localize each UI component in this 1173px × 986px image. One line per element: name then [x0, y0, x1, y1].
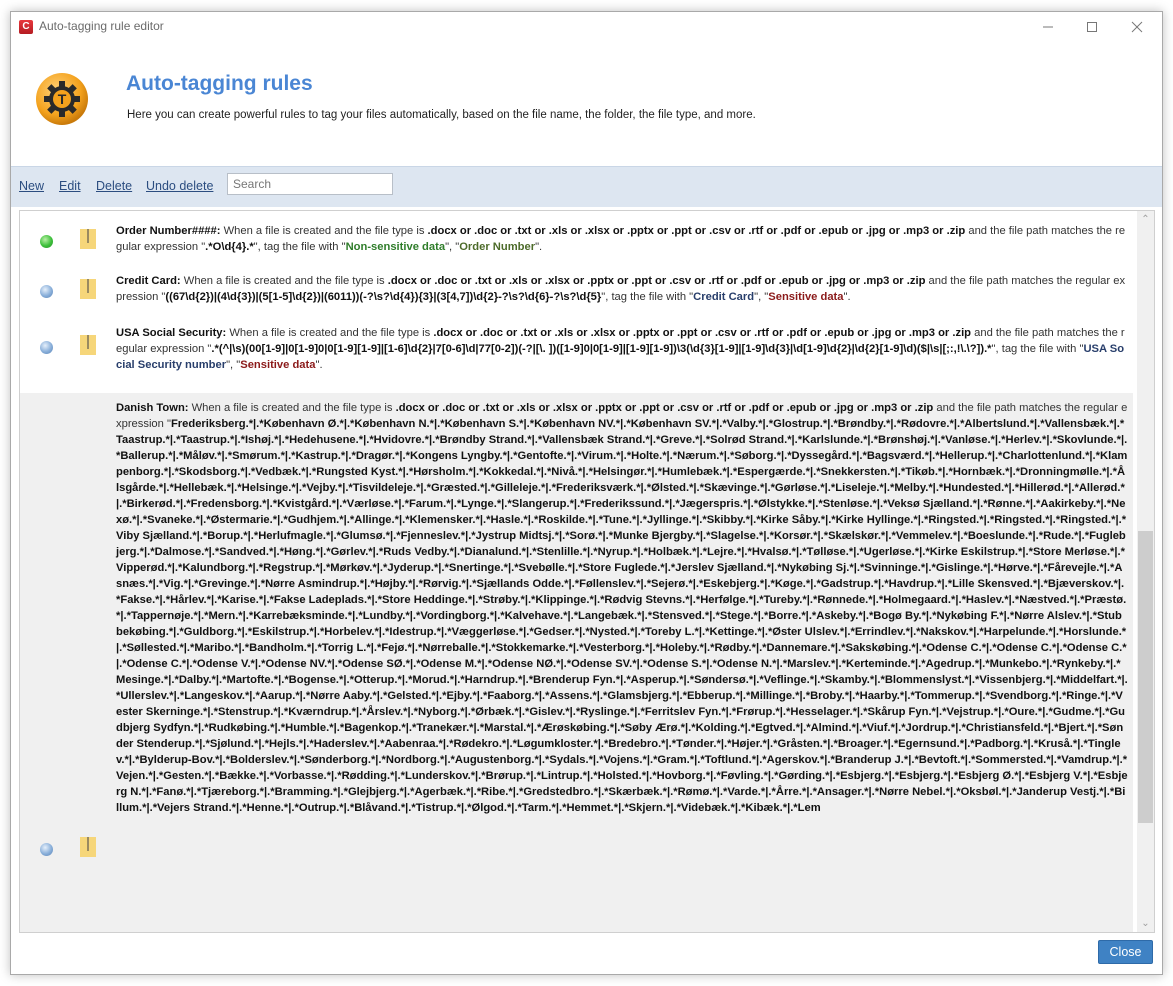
- scroll-down-icon[interactable]: ⌄: [1137, 915, 1154, 932]
- header: T Auto-tagging rules Here you can create…: [11, 42, 1162, 174]
- tag-separator: ", ": [754, 291, 769, 303]
- status-disabled-icon[interactable]: [40, 843, 53, 856]
- rule-tag: Credit Card: [693, 291, 755, 303]
- minimize-icon: [1043, 26, 1053, 28]
- page-description: Here you can create powerful rules to ta…: [127, 109, 756, 121]
- maximize-icon: [1087, 22, 1097, 32]
- rule-condition-text: When a file is created and the file type…: [226, 327, 434, 339]
- maximize-button[interactable]: [1069, 12, 1115, 42]
- title-bar: C Auto-tagging rule editor: [11, 12, 1162, 42]
- rule-description: Danish Town: When a file is created and …: [116, 400, 1128, 816]
- close-button[interactable]: Close: [1098, 940, 1153, 964]
- page-title: Auto-tagging rules: [126, 72, 313, 95]
- rule-regex: ((67\d{2})|(4\d{3})|(5[1-5]\d{2})|(6011)…: [165, 291, 602, 303]
- tag-separator: ", ": [445, 241, 460, 253]
- delete-rule-link[interactable]: Delete: [96, 179, 132, 193]
- rule-item-usa-social-security[interactable]: USA Social Security: When a file is crea…: [20, 315, 1133, 381]
- rule-description: Order Number####: When a file is created…: [116, 223, 1128, 255]
- rule-item-danish-town[interactable]: Danish Town: When a file is created and …: [20, 393, 1133, 932]
- svg-text:T: T: [58, 91, 67, 107]
- edit-rule-link[interactable]: Edit: [59, 179, 81, 193]
- rule-name: Danish Town:: [116, 402, 189, 414]
- rule-name: USA Social Security:: [116, 327, 227, 339]
- zip-archive-icon: [80, 279, 96, 299]
- rule-item-credit-card[interactable]: Credit Card: When a file is created and …: [20, 263, 1133, 315]
- rules-list: Order Number####: When a file is created…: [19, 210, 1155, 933]
- vertical-scrollbar[interactable]: ⌃ ⌄: [1137, 211, 1154, 932]
- rule-condition-text: When a file is created and the file type…: [220, 225, 428, 237]
- scroll-up-icon[interactable]: ⌃: [1137, 211, 1154, 228]
- toolbar: New Edit Delete Undo delete: [11, 166, 1162, 207]
- rule-tag-text: ", tag the file with ": [991, 343, 1084, 355]
- rule-file-types: .docx or .doc or .txt or .xls or .xlsx o…: [427, 225, 966, 237]
- search-input[interactable]: [227, 173, 393, 195]
- rule-regex: Frederiksberg.*|.*København Ø.*|.*Københ…: [116, 418, 1128, 814]
- rule-condition-text: When a file is created and the file type…: [188, 402, 396, 414]
- undo-delete-link[interactable]: Undo delete: [146, 179, 213, 193]
- rule-description: USA Social Security: When a file is crea…: [116, 325, 1128, 373]
- rule-name: Order Number####:: [116, 225, 221, 237]
- status-enabled-icon[interactable]: [40, 235, 53, 248]
- rule-end-text: ".: [843, 291, 851, 303]
- scrollbar-thumb[interactable]: [1138, 531, 1153, 823]
- rule-tag: Sensitive data: [240, 359, 316, 371]
- rule-file-types: .docx or .doc or .txt or .xls or .xlsx o…: [433, 327, 972, 339]
- close-icon: [1131, 21, 1143, 33]
- zip-archive-icon: [80, 229, 96, 249]
- rule-item-order-number[interactable]: Order Number####: When a file is created…: [20, 211, 1133, 263]
- new-rule-link[interactable]: New: [19, 179, 44, 193]
- minimize-button[interactable]: [1025, 12, 1071, 42]
- zip-archive-icon: [80, 837, 96, 857]
- window-title: Auto-tagging rule editor: [39, 19, 164, 33]
- rule-editor-window: C Auto-tagging rule editor T Auto-taggin…: [10, 11, 1163, 975]
- rule-file-types: .docx or .doc or .txt or .xls or .xlsx o…: [387, 275, 926, 287]
- close-window-button[interactable]: [1114, 12, 1160, 42]
- rule-end-text: ".: [315, 359, 323, 371]
- rule-regex: .*O\d{4}.*: [205, 241, 254, 253]
- zip-archive-icon: [80, 335, 96, 355]
- rule-file-types: .docx or .doc or .txt or .xls or .xlsx o…: [395, 402, 934, 414]
- rule-regex: .*(^|\s)(00[1-9]|0[1-9]0|0[1-9][1-9]|[1-…: [211, 343, 992, 355]
- rule-tag: Sensitive data: [768, 291, 844, 303]
- auto-tagging-gear-logo-icon: T: [36, 73, 88, 125]
- rule-condition-text: When a file is created and the file type…: [180, 275, 388, 287]
- status-disabled-icon[interactable]: [40, 285, 53, 298]
- rule-end-text: ".: [535, 241, 543, 253]
- app-icon: C: [19, 20, 33, 34]
- rule-description: Credit Card: When a file is created and …: [116, 273, 1128, 305]
- status-disabled-icon[interactable]: [40, 341, 53, 354]
- rule-tag: Order Number: [459, 241, 536, 253]
- rule-name: Credit Card:: [116, 275, 181, 287]
- rule-tag-text: ", tag the file with ": [253, 241, 346, 253]
- tag-separator: ", ": [226, 359, 241, 371]
- rule-tag: Non-sensitive data: [345, 241, 446, 253]
- rule-tag-text: ", tag the file with ": [601, 291, 694, 303]
